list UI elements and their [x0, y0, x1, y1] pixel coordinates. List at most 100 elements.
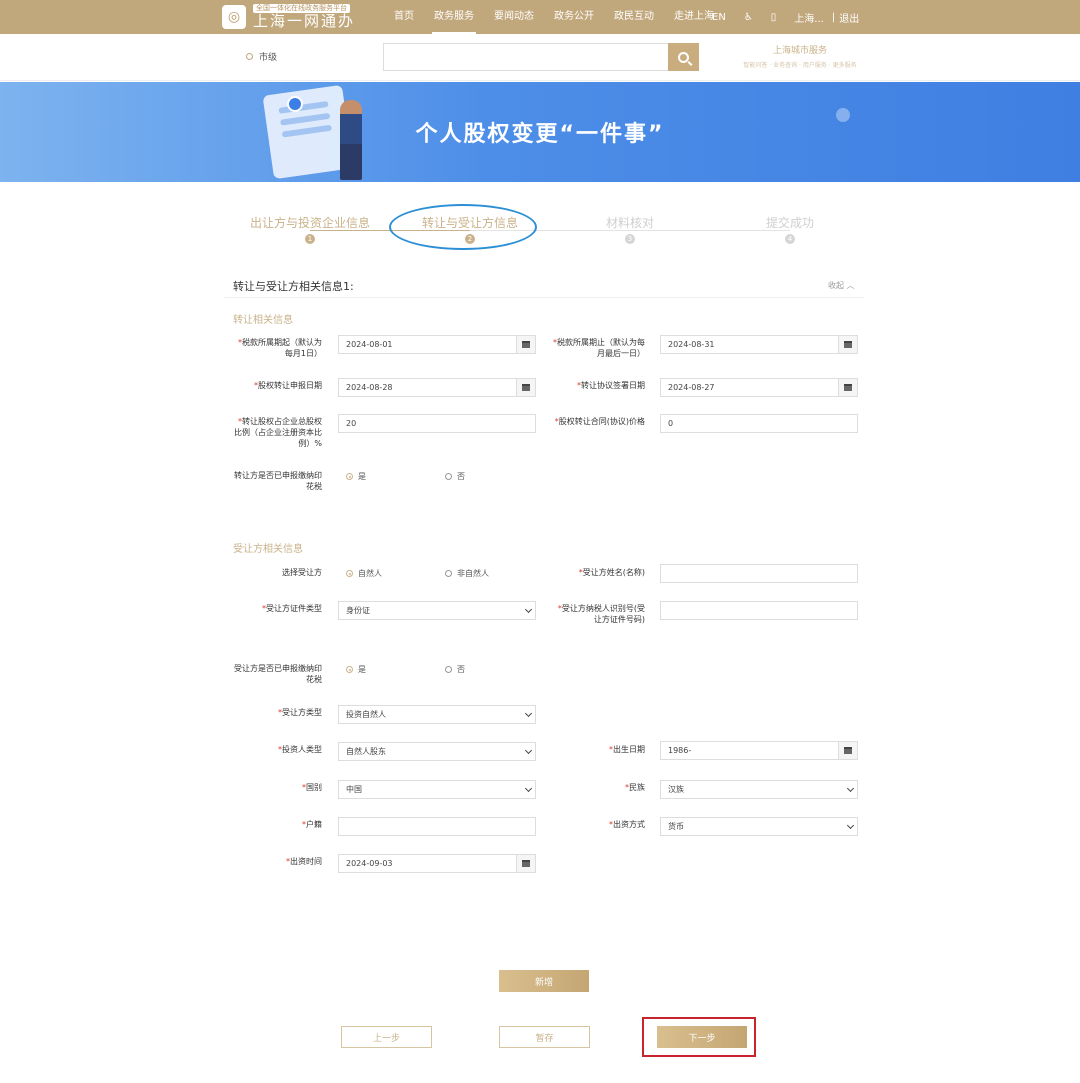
cert-type-select[interactable]: 身份证	[338, 601, 536, 620]
contribution-time-field[interactable]: 2024-09-03	[338, 854, 536, 873]
site-logo[interactable]: ◎ 全国一体化在线政务服务平台 上海一网通办	[222, 4, 355, 30]
accessibility-icon[interactable]: ♿	[744, 12, 753, 23]
receiver-type-select[interactable]: 投资自然人	[338, 705, 536, 724]
chevron-down-icon	[524, 746, 533, 755]
section-divider	[224, 297, 864, 298]
nav-home[interactable]: 首页	[384, 0, 424, 34]
calendar-icon	[522, 341, 530, 348]
mobile-icon[interactable]: ▯	[771, 12, 777, 23]
country-select[interactable]: 中国	[338, 780, 536, 799]
contribution-time-label: *出资时间	[286, 857, 322, 866]
add-button[interactable]: 新增	[499, 970, 589, 992]
calendar-button[interactable]	[516, 379, 535, 396]
search-button[interactable]	[668, 43, 699, 71]
nav-news[interactable]: 要闻动态	[484, 0, 544, 34]
step-2-label: 转让与受让方信息	[421, 216, 518, 230]
chevron-down-icon	[524, 605, 533, 614]
region-selector[interactable]: 市级	[246, 50, 277, 63]
tax-end-label: *税款所属期止（默认为每月最后一日）	[553, 338, 645, 358]
progress-steps: 出让方与投资企业信息 1 转让与受让方信息 2 材料核对 3 提交成功 4	[230, 214, 870, 244]
contribution-method-label: *出资方式	[609, 820, 645, 829]
logo-title: 上海一网通办	[253, 12, 356, 30]
declare-date-field[interactable]: 2024-08-28	[338, 378, 536, 397]
collapse-label: 收起	[828, 281, 844, 290]
ratio-input[interactable]: 20	[338, 414, 536, 433]
household-input[interactable]	[338, 817, 536, 836]
step-2: 转让与受让方信息 2	[390, 214, 550, 244]
stamp-tax-label: 转让方是否已申报缴纳印花税	[234, 471, 322, 491]
calendar-button[interactable]	[838, 379, 857, 396]
stamp-tax-no-radio[interactable]: 否	[445, 471, 465, 482]
chevron-down-icon	[846, 784, 855, 793]
logout-link[interactable]: 退出	[839, 10, 859, 25]
contribution-method-select[interactable]: 货币	[660, 817, 858, 836]
declare-date-label: *股权转让申报日期	[254, 381, 322, 390]
language-switch[interactable]: EN	[712, 12, 726, 23]
nav-government-services[interactable]: 政务服务	[424, 0, 484, 34]
investor-type-label: *投资人类型	[278, 745, 322, 754]
city-service-title: 上海城市服务	[772, 46, 827, 56]
logo-icon: ◎	[222, 5, 246, 29]
next-step-button[interactable]: 下一步	[657, 1026, 747, 1048]
tax-start-date-field[interactable]: 2024-08-01	[338, 335, 536, 354]
step-3-number: 3	[625, 234, 635, 244]
receiver-stamp-no-radio[interactable]: 否	[445, 664, 465, 675]
non-natural-person-radio[interactable]: 非自然人	[445, 568, 489, 579]
receiver-name-input[interactable]	[660, 564, 858, 583]
search-input[interactable]	[383, 43, 669, 71]
receiver-type-label: *受让方类型	[278, 708, 322, 717]
sign-date-field[interactable]: 2024-08-27	[660, 378, 858, 397]
ethnic-select[interactable]: 汉族	[660, 780, 858, 799]
collapse-toggle[interactable]: 收起 ︿	[828, 280, 855, 291]
calendar-button[interactable]	[838, 742, 857, 759]
radio-unchecked-icon	[445, 570, 452, 577]
natural-person-radio[interactable]: 自然人	[346, 568, 382, 579]
ratio-label: *转让股权占企业总股权比例（占企业注册资本比例）%	[234, 417, 322, 448]
stamp-tax-yes-radio[interactable]: 是	[346, 471, 366, 482]
sign-date-label: *转让协议签署日期	[577, 381, 645, 390]
radio-checked-icon	[346, 666, 353, 673]
nav-interaction[interactable]: 政民互动	[604, 0, 664, 34]
page-banner: 个人股权变更“一件事”	[0, 82, 1080, 182]
receiver-stamp-yes-radio[interactable]: 是	[346, 664, 366, 675]
city-service-brand[interactable]: 上海城市服务 智能问答 · 业务查询 · 用户服务 · 更多服务	[730, 43, 870, 69]
step-4-number: 4	[785, 234, 795, 244]
calendar-icon	[844, 384, 852, 391]
household-label: *户籍	[302, 820, 322, 829]
step-4-label: 提交成功	[765, 216, 814, 230]
country-label: *国别	[302, 783, 322, 792]
page-title: 个人股权变更“一件事”	[415, 122, 665, 147]
city-service-links: 智能问答 · 业务查询 · 用户服务 · 更多服务	[743, 62, 857, 69]
user-divider: |	[831, 11, 836, 23]
price-input[interactable]: 0	[660, 414, 858, 433]
save-draft-button[interactable]: 暂存	[499, 1026, 590, 1048]
tax-id-input[interactable]	[660, 601, 858, 620]
step-1-number: 1	[305, 234, 315, 244]
step-2-number: 2	[465, 234, 475, 244]
radio-checked-icon	[346, 570, 353, 577]
calendar-button[interactable]	[516, 336, 535, 353]
calendar-icon	[844, 341, 852, 348]
calendar-icon	[844, 747, 852, 754]
birth-date-label: *出生日期	[609, 745, 645, 754]
chevron-down-icon	[524, 709, 533, 718]
birth-date-field[interactable]: 1986-	[660, 741, 858, 760]
main-nav: 首页 政务服务 要闻动态 政务公开 政民互动 走进上海	[384, 0, 724, 34]
radio-unchecked-icon	[445, 473, 452, 480]
chevron-down-icon	[846, 821, 855, 830]
investor-type-select[interactable]: 自然人股东	[338, 742, 536, 761]
calendar-icon	[522, 384, 530, 391]
location-pin-icon	[246, 53, 253, 60]
nav-open-government[interactable]: 政务公开	[544, 0, 604, 34]
tax-end-date-field[interactable]: 2024-08-31	[660, 335, 858, 354]
receiver-info-subtitle: 受让方相关信息	[233, 544, 303, 555]
tax-id-label: *受让方纳税人识别号(受让方证件号码)	[557, 604, 645, 624]
calendar-button[interactable]	[838, 336, 857, 353]
user-name[interactable]: 上海...	[794, 10, 824, 25]
tax-start-label: *税款所属期起（默认为每月1日）	[238, 338, 322, 358]
decorative-circle	[836, 108, 850, 122]
previous-step-button[interactable]: 上一步	[341, 1026, 432, 1048]
calendar-button[interactable]	[516, 855, 535, 872]
chevron-up-icon: ︿	[846, 281, 855, 290]
step-4: 提交成功 4	[710, 214, 870, 244]
